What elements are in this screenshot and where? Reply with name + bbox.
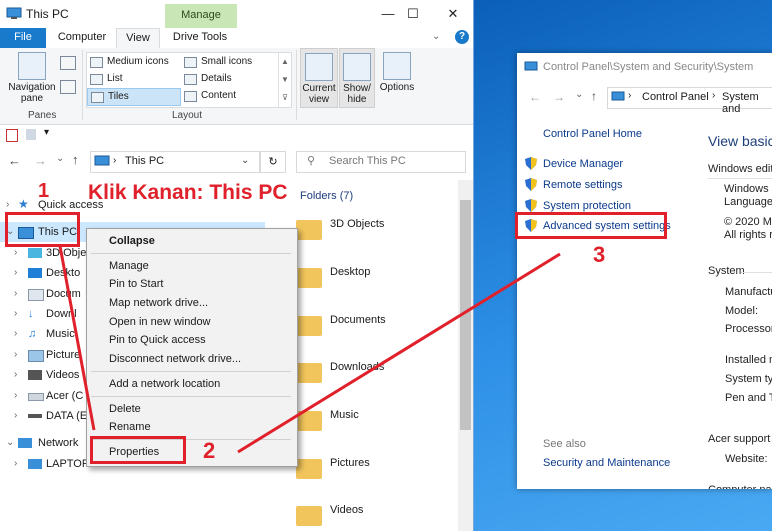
step-1-number: 1 xyxy=(38,180,50,202)
step-1-instruction: Klik Kanan: This PC xyxy=(88,181,288,204)
step-2-number: 2 xyxy=(203,438,216,463)
annotation-arrows xyxy=(58,245,561,454)
step-3-number: 3 xyxy=(593,242,606,267)
